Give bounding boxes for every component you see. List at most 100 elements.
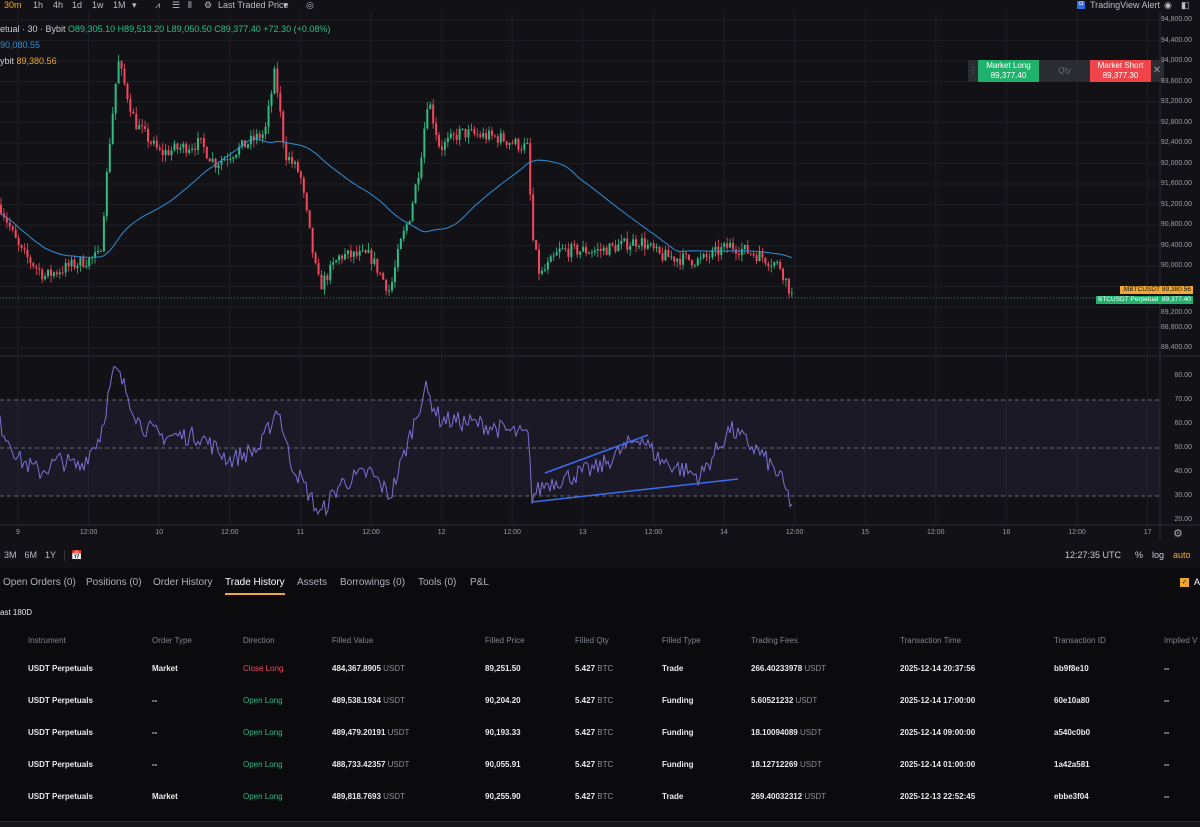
indicators-icon[interactable]: ⩘ [155, 0, 160, 11]
utc-clock[interactable]: 12:27:35 UTC [1065, 550, 1121, 560]
chart-area[interactable]: 30m 1h 4h 1d 1w 1M ▾ ⩘ ☰ ⫴ ⚙ Last Traded… [0, 0, 1200, 568]
candle-body [99, 250, 102, 252]
tab-trade-history[interactable]: Trade History [225, 577, 285, 595]
price-axis-label: 93,600.00 [1160, 77, 1192, 85]
trading-fees: 269.40032312 USDT [751, 792, 826, 801]
instrument: USDT Perpetuals [28, 760, 93, 769]
column-header[interactable]: Direction [243, 636, 275, 645]
candle-type-icon[interactable]: ⫴ [188, 0, 192, 11]
transaction-time: 2025-12-14 20:37:56 [900, 664, 976, 673]
candle-body [611, 243, 614, 246]
candle-body [329, 264, 332, 281]
column-header[interactable]: Trading Fees [751, 636, 798, 645]
column-header[interactable]: Implied V [1164, 636, 1197, 645]
rsi-axis-label: 60.00 [1174, 420, 1192, 427]
candle-body [232, 157, 235, 159]
candle-body [573, 244, 576, 246]
tab-positions[interactable]: Positions (0) [86, 577, 142, 588]
goto-date-calendar-icon[interactable]: 📅 [64, 550, 82, 561]
candle-body [79, 257, 82, 266]
candle-body [661, 253, 664, 261]
fee-amount: 266.40233978 [751, 664, 803, 673]
timeframe-4h[interactable]: 4h [53, 0, 63, 10]
filled-value-unit: USDT [387, 760, 410, 769]
candle-body [482, 133, 485, 137]
fullscreen-icon[interactable]: ◧ [1181, 0, 1190, 11]
axis-settings-icon[interactable]: ⚙ [1173, 527, 1183, 540]
price-source-select[interactable]: Last Traded Price [218, 0, 289, 10]
implied-value: -- [1164, 664, 1170, 673]
candle-body [196, 137, 199, 150]
filled-qty-amount: 5.427 [575, 792, 596, 801]
tab-assets[interactable]: Assets [297, 577, 327, 588]
percent-toggle[interactable]: % [1135, 550, 1143, 560]
log-toggle[interactable]: log [1152, 550, 1164, 560]
timeframe-1M[interactable]: 1M [113, 0, 126, 10]
candle-body [690, 259, 693, 266]
timeframe-1w[interactable]: 1w [92, 0, 104, 10]
market-long-label: Market Long [986, 61, 1031, 70]
rsi-axis-label: 40.00 [1174, 468, 1192, 475]
candle-body [435, 123, 438, 135]
market-short-button[interactable]: Market Short 89,377.30 [1090, 60, 1151, 82]
timeframe-30m[interactable]: 30m [4, 0, 22, 10]
candle-body [343, 254, 346, 260]
candle-body [55, 272, 58, 275]
candle-body [399, 238, 402, 250]
tradingview-alert-button[interactable]: TradingView Alert [1090, 0, 1160, 10]
column-header[interactable]: Instrument [28, 636, 66, 645]
drag-handle-icon[interactable]: ⋮ [968, 60, 978, 82]
candle-body [385, 279, 388, 291]
candle-body [11, 226, 14, 230]
gear-icon[interactable]: ⚙ [204, 0, 212, 11]
range-6m[interactable]: 6M [25, 550, 38, 561]
chart-settings-icon[interactable]: ☰ [172, 0, 180, 11]
tab-order-history[interactable]: Order History [153, 577, 212, 588]
instrument: USDT Perpetuals [28, 664, 93, 673]
transaction-id[interactable]: bb9f8e10 [1054, 664, 1089, 673]
time-filter[interactable]: ast 180D [0, 608, 32, 617]
target-icon[interactable]: ◎ [306, 0, 314, 11]
column-header[interactable]: Filled Value [332, 636, 373, 645]
trading-fees: 18.10094089 USDT [751, 728, 822, 737]
tab-tools[interactable]: Tools (0) [418, 577, 456, 588]
candle-body [526, 142, 529, 144]
candle-body [396, 249, 399, 268]
column-header[interactable]: Filled Price [485, 636, 525, 645]
index-value: 89,380.56 [16, 56, 57, 66]
range-3m[interactable]: 3M [4, 550, 17, 561]
auto-toggle[interactable]: auto [1173, 550, 1191, 560]
range-1y[interactable]: 1Y [45, 550, 56, 561]
filled-value-amount: 484,367.8905 [332, 664, 381, 673]
timeframe-1h[interactable]: 1h [33, 0, 43, 10]
column-header[interactable]: Transaction Time [900, 636, 961, 645]
candle-body [593, 250, 596, 253]
candle-body [326, 275, 329, 281]
tab-pnl[interactable]: P&L [470, 577, 489, 588]
camera-icon[interactable]: ◉ [1164, 0, 1172, 11]
qty-input[interactable]: Qty [1039, 60, 1090, 82]
timeframe-dropdown-icon[interactable]: ▾ [132, 0, 137, 11]
transaction-id[interactable]: 60e10a80 [1054, 696, 1090, 705]
tab-open-orders[interactable]: Open Orders (0) [3, 577, 76, 588]
checkbox[interactable]: ✓ [1180, 578, 1189, 587]
candle-body [270, 93, 273, 106]
time-axis-label: 14 [720, 529, 728, 536]
column-header[interactable]: Filled Type [662, 636, 701, 645]
market-long-button[interactable]: Market Long 89,377.40 [978, 60, 1039, 82]
fee-unit: USDT [804, 792, 827, 801]
transaction-id[interactable]: 1a42a581 [1054, 760, 1090, 769]
transaction-id[interactable]: ebbe3f04 [1054, 792, 1089, 801]
tab-borrowings[interactable]: Borrowings (0) [340, 577, 405, 588]
transaction-id[interactable]: a540c0b0 [1054, 728, 1090, 737]
time-axis-label: 10 [155, 529, 164, 536]
candle-body [170, 150, 173, 156]
price-source-chevron-icon[interactable]: ▾ [283, 0, 288, 11]
column-header[interactable]: Transaction ID [1054, 636, 1106, 645]
chart-canvas[interactable] [0, 0, 1200, 568]
order-type: Market [152, 664, 178, 673]
candle-body [702, 254, 705, 258]
column-header[interactable]: Filled Qty [575, 636, 609, 645]
column-header[interactable]: Order Type [152, 636, 192, 645]
timeframe-1d[interactable]: 1d [72, 0, 82, 10]
